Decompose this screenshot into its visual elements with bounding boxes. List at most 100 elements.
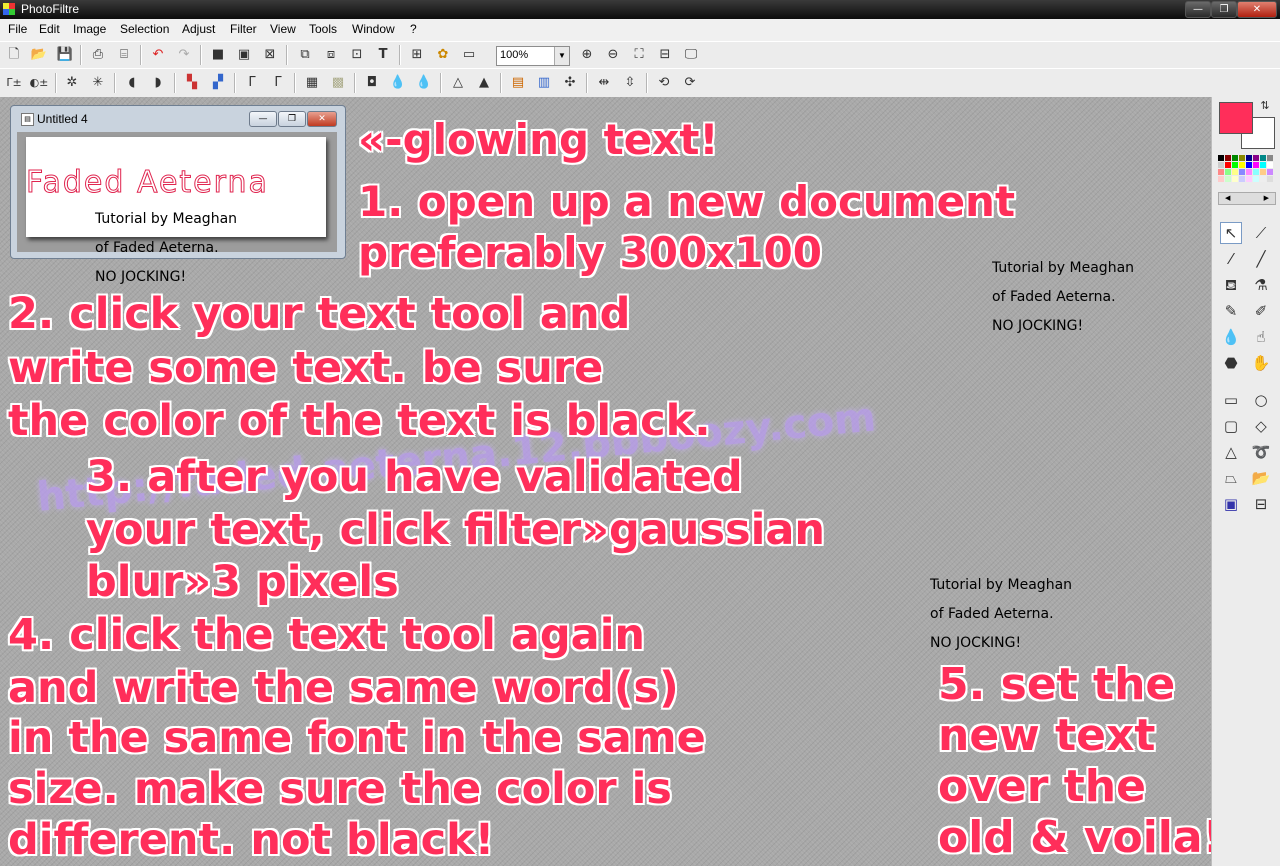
save-icon[interactable]: 💾: [55, 45, 75, 65]
gamma-plus-icon[interactable]: Γ: [268, 73, 288, 93]
color-swatch[interactable]: [1246, 162, 1252, 168]
blur-more-icon[interactable]: 💧: [414, 73, 434, 93]
color-swatch[interactable]: [1239, 169, 1245, 175]
saturation-plus-icon[interactable]: ▞: [208, 73, 228, 93]
flip-horizontal-icon[interactable]: ⇹: [594, 73, 614, 93]
brightness-minus-icon[interactable]: ✲: [62, 73, 82, 93]
explorer-icon[interactable]: ⊞: [407, 45, 427, 65]
fit-image-icon[interactable]: ⊟: [655, 45, 675, 65]
auto-level-icon[interactable]: Γ±: [4, 73, 24, 93]
effects-icon[interactable]: ✣: [560, 73, 580, 93]
plugins-icon[interactable]: ✿: [433, 45, 453, 65]
menu-image[interactable]: Image: [73, 22, 106, 36]
color-swatch[interactable]: [1239, 176, 1245, 182]
color-swatch[interactable]: [1267, 176, 1273, 182]
selection-arrow-icon[interactable]: ↖: [1220, 222, 1242, 244]
color-swatch[interactable]: [1239, 155, 1245, 161]
brush-icon[interactable]: ✎: [1220, 300, 1242, 322]
line-icon[interactable]: ╱: [1250, 248, 1272, 270]
document-minimize-button[interactable]: —: [249, 111, 277, 127]
canvas-workspace[interactable]: http://faded-aeterna.12.bbboozy.com ▤ Un…: [0, 97, 1211, 866]
actual-size-icon[interactable]: ⛶: [629, 45, 649, 65]
gradient-icon[interactable]: ▥: [534, 73, 554, 93]
color-swatch[interactable]: [1253, 155, 1259, 161]
fill-bucket-icon[interactable]: ⛾: [1220, 274, 1242, 296]
menu-window[interactable]: Window: [352, 22, 395, 36]
contrast-plus-icon[interactable]: ◗: [148, 73, 168, 93]
diamond-icon[interactable]: ◇: [1250, 415, 1272, 437]
color-swatch[interactable]: [1225, 162, 1231, 168]
zoom-in-icon[interactable]: ⊕: [577, 45, 597, 65]
soften-icon[interactable]: ◘: [362, 73, 382, 93]
color-swatch[interactable]: [1218, 162, 1224, 168]
color-swatch[interactable]: [1246, 155, 1252, 161]
color-swatch[interactable]: [1253, 176, 1259, 182]
close-button[interactable]: ✕: [1237, 1, 1277, 18]
blur-icon[interactable]: 💧: [388, 73, 408, 93]
open-folder-icon[interactable]: 📂: [1250, 467, 1272, 489]
eyedropper-icon[interactable]: ⟋: [1250, 222, 1272, 244]
scan-icon[interactable]: ⌸: [114, 45, 134, 65]
window-icon[interactable]: ▭: [459, 45, 479, 65]
color-swatch[interactable]: [1253, 169, 1259, 175]
menu-file[interactable]: File: [8, 22, 27, 36]
color-swatch[interactable]: [1239, 162, 1245, 168]
brightness-plus-icon[interactable]: ✳: [88, 73, 108, 93]
menu-edit[interactable]: Edit: [39, 22, 60, 36]
grayscale-icon[interactable]: ■: [208, 45, 228, 65]
color-swatch[interactable]: [1225, 169, 1231, 175]
color-swatch[interactable]: [1260, 162, 1266, 168]
color-swatch[interactable]: [1246, 169, 1252, 175]
document-close-button[interactable]: ✕: [307, 111, 337, 127]
rotate-right-icon[interactable]: ⟳: [680, 73, 700, 93]
selection-frame-icon[interactable]: ▣: [1220, 493, 1242, 515]
lasso-icon[interactable]: ➰: [1250, 441, 1272, 463]
color-swatch[interactable]: [1267, 169, 1273, 175]
smudge-icon[interactable]: ✐: [1250, 300, 1272, 322]
grid-icon[interactable]: ▦: [302, 73, 322, 93]
flip-vertical-icon[interactable]: ⇳: [620, 73, 640, 93]
contrast-minus-icon[interactable]: ◖: [122, 73, 142, 93]
sharpen-more-icon[interactable]: ▲: [474, 73, 494, 93]
foreground-color[interactable]: [1219, 102, 1253, 134]
image-size-icon[interactable]: ⧉: [295, 45, 315, 65]
text-tool-icon[interactable]: T: [373, 45, 393, 65]
menu-filter[interactable]: Filter: [230, 22, 257, 36]
chevron-down-icon[interactable]: ▼: [554, 47, 569, 65]
document-maximize-button[interactable]: ❐: [278, 111, 306, 127]
rotate-left-icon[interactable]: ⟲: [654, 73, 674, 93]
color-swatch[interactable]: [1218, 176, 1224, 182]
fullscreen-icon[interactable]: 🖵: [681, 45, 701, 65]
new-file-icon[interactable]: 🗋: [4, 45, 24, 65]
maximize-button[interactable]: ❐: [1211, 1, 1237, 18]
color-swatch[interactable]: [1232, 155, 1238, 161]
color-swatch[interactable]: [1225, 155, 1231, 161]
color-swatch[interactable]: [1232, 176, 1238, 182]
swap-colors-icon[interactable]: ⇅: [1256, 97, 1274, 115]
color-swatch[interactable]: [1232, 162, 1238, 168]
color-swatches[interactable]: [1218, 155, 1274, 187]
polygon-lasso-icon[interactable]: ⏢: [1220, 467, 1242, 489]
gamma-minus-icon[interactable]: Γ: [242, 73, 262, 93]
auto-contrast-icon[interactable]: ◐±: [29, 73, 49, 93]
color-swatch[interactable]: [1253, 162, 1259, 168]
ellipse-icon[interactable]: ○: [1250, 389, 1272, 411]
canvas-size-icon[interactable]: ⧈: [321, 45, 341, 65]
sharpen-icon[interactable]: △: [448, 73, 468, 93]
color-swatch[interactable]: [1232, 169, 1238, 175]
color-swatch[interactable]: [1246, 176, 1252, 182]
color-swatch[interactable]: [1260, 176, 1266, 182]
invert-icon[interactable]: ▣: [234, 45, 254, 65]
color-swatch[interactable]: [1260, 155, 1266, 161]
menu-adjust[interactable]: Adjust: [182, 22, 215, 36]
color-swatch[interactable]: [1267, 155, 1273, 161]
text-frame-icon[interactable]: ⊟: [1250, 493, 1272, 515]
swatch-scroll[interactable]: ◀ ▶: [1218, 192, 1276, 205]
blur-drop-icon[interactable]: 💧: [1220, 326, 1242, 348]
open-folder-icon[interactable]: 📂: [29, 45, 49, 65]
transparency-icon[interactable]: ⊠: [260, 45, 280, 65]
color-swatch[interactable]: [1218, 169, 1224, 175]
menu-view[interactable]: View: [270, 22, 296, 36]
crop-icon[interactable]: ⊡: [347, 45, 367, 65]
spray-icon[interactable]: ⚗: [1250, 274, 1272, 296]
